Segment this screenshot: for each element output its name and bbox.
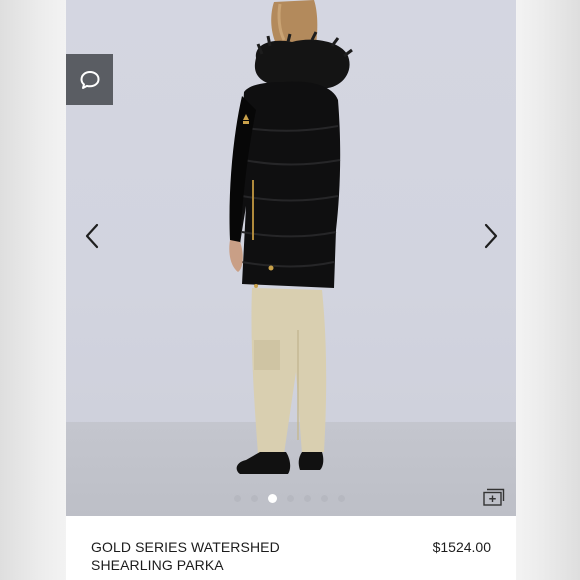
listing-title-line2: SHEARLING PARKA [91, 557, 224, 573]
chat-button[interactable] [66, 54, 113, 105]
carousel-dot[interactable] [303, 495, 311, 502]
left-backdrop [0, 0, 66, 580]
product-image-carousel[interactable] [66, 0, 516, 516]
carousel-dot[interactable] [337, 495, 345, 502]
listing-title-line1: GOLD SERIES WATERSHED [91, 539, 280, 555]
view-all-photos-button[interactable] [480, 485, 508, 509]
listing-price: $1524.00 [432, 539, 491, 555]
listing-title[interactable]: GOLD SERIES WATERSHED SHEARLING PARKA [91, 538, 331, 574]
carousel-dot[interactable] [250, 495, 258, 502]
next-image-button[interactable] [474, 219, 508, 253]
carousel-dot-active[interactable] [267, 494, 277, 503]
carousel-dot[interactable] [320, 495, 328, 502]
listing-info: GOLD SERIES WATERSHED SHEARLING PARKA $1… [66, 516, 516, 580]
image-stack-icon [483, 488, 505, 506]
chat-bubble-icon [80, 70, 99, 89]
right-backdrop [516, 0, 580, 580]
chevron-left-icon [85, 223, 99, 249]
carousel-dot[interactable] [233, 495, 241, 502]
listing-card: GOLD SERIES WATERSHED SHEARLING PARKA $1… [66, 0, 516, 580]
product-photo [229, 0, 353, 474]
previous-image-button[interactable] [75, 219, 109, 253]
chevron-right-icon [484, 223, 498, 249]
carousel-indicator [66, 494, 514, 507]
carousel-dot[interactable] [286, 495, 294, 502]
